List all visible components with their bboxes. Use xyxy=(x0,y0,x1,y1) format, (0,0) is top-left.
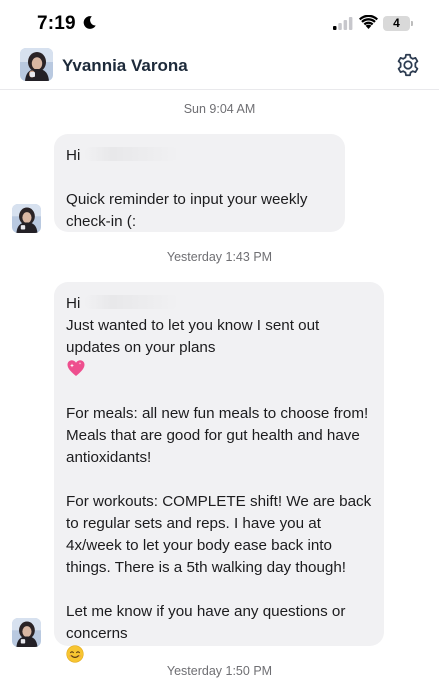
redacted-name xyxy=(84,295,180,309)
message-text: For workouts: COMPLETE shift! We are bac… xyxy=(66,493,372,576)
moon-icon xyxy=(83,16,96,29)
cellular-signal-icon xyxy=(333,17,353,30)
settings-button[interactable] xyxy=(394,51,422,79)
status-bar: 7:19 4 xyxy=(0,0,439,46)
battery-level: 4 xyxy=(393,16,400,30)
smiling-face-emoji xyxy=(66,645,84,663)
contact-name[interactable]: Yvannia Varona xyxy=(62,56,188,76)
sender-avatar[interactable] xyxy=(12,618,41,647)
message-text: Just wanted to let you know I sent out u… xyxy=(66,317,320,356)
message-bubble[interactable]: Hi Just wanted to let you know I sent ou… xyxy=(54,282,384,663)
message-timestamp: Yesterday 1:50 PM xyxy=(166,664,273,678)
message-bubble[interactable]: Hi Quick reminder to input your weekly c… xyxy=(54,134,345,232)
message-text: For meals: all new fun meals to choose f… xyxy=(66,405,369,466)
contact-avatar[interactable] xyxy=(20,48,53,81)
message-text: Quick reminder to input your weekly chec… xyxy=(66,191,308,230)
sender-avatar[interactable] xyxy=(12,204,41,233)
message-greeting: Hi xyxy=(66,147,81,164)
wifi-icon xyxy=(359,15,378,29)
gear-icon xyxy=(397,53,419,77)
sparkling-heart-emoji xyxy=(67,360,85,376)
message-greeting: Hi xyxy=(66,295,81,312)
chat-screen: 7:19 4 Yvannia Varona Sun 9:04 AM Hi Qui… xyxy=(0,0,439,680)
message-timestamp: Sun 9:04 AM xyxy=(183,102,256,116)
chat-header: Yvannia Varona xyxy=(0,46,439,90)
battery-icon: 4 xyxy=(383,16,413,31)
message-text: Let me know if you have any questions or… xyxy=(66,603,346,642)
message-timestamp: Yesterday 1:43 PM xyxy=(166,250,273,264)
redacted-name xyxy=(84,147,180,161)
status-time: 7:19 xyxy=(37,13,76,34)
